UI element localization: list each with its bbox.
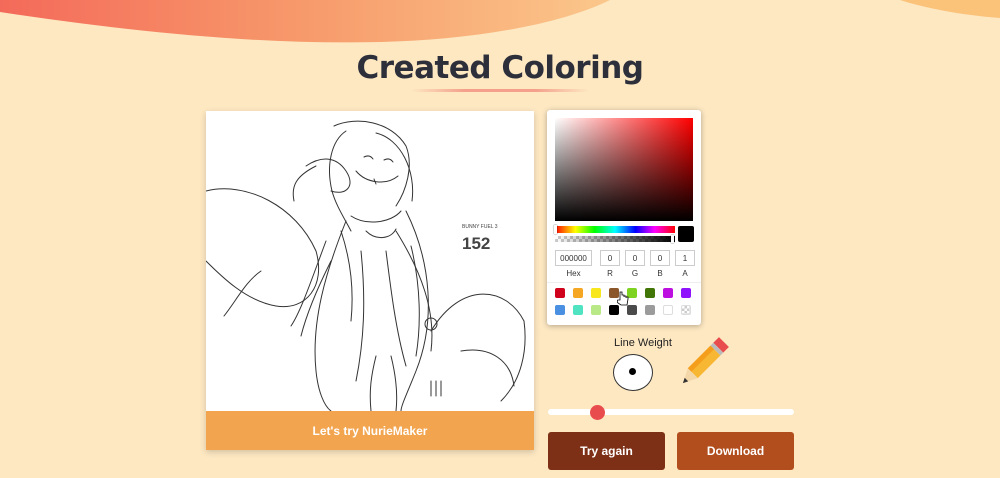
color-swatch[interactable] bbox=[573, 305, 583, 315]
line-weight-slider[interactable] bbox=[548, 409, 794, 415]
try-nuriemaker-button[interactable]: Let's try NurieMaker bbox=[206, 411, 534, 450]
artwork-caption-small: BUNNY FUEL 3 bbox=[462, 224, 498, 230]
color-swatch[interactable] bbox=[645, 305, 655, 315]
pointer-cursor-icon bbox=[617, 291, 629, 306]
hue-slider[interactable] bbox=[555, 226, 675, 233]
alpha-handle[interactable] bbox=[671, 235, 674, 243]
b-input[interactable]: 0 bbox=[650, 250, 670, 266]
line-art-canvas[interactable]: BUNNY FUEL 3 152 bbox=[206, 111, 534, 411]
a-label: A bbox=[682, 269, 688, 278]
picker-divider bbox=[547, 282, 701, 283]
color-swatch[interactable] bbox=[591, 305, 601, 315]
b-label: B bbox=[657, 269, 663, 278]
download-button[interactable]: Download bbox=[677, 432, 794, 470]
color-swatch[interactable] bbox=[609, 305, 619, 315]
hex-input[interactable]: 000000 bbox=[555, 250, 592, 266]
g-label: G bbox=[631, 269, 639, 278]
saturation-panel[interactable] bbox=[555, 118, 693, 221]
hue-handle[interactable] bbox=[554, 225, 557, 234]
g-input[interactable]: 0 bbox=[625, 250, 645, 266]
color-swatch[interactable] bbox=[681, 305, 691, 315]
color-swatch[interactable] bbox=[591, 288, 601, 298]
page-title: Created Coloring bbox=[356, 50, 644, 86]
r-input[interactable]: 0 bbox=[600, 250, 620, 266]
hex-label: Hex bbox=[566, 269, 581, 278]
color-swatch[interactable] bbox=[627, 305, 637, 315]
coloring-canvas-card: BUNNY FUEL 3 152 Let's try NurieMaker bbox=[206, 111, 534, 450]
line-weight-preview[interactable] bbox=[613, 354, 653, 391]
line-weight-slider-thumb[interactable] bbox=[590, 405, 606, 420]
try-again-button[interactable]: Try again bbox=[548, 432, 665, 470]
color-swatch[interactable] bbox=[663, 305, 673, 315]
color-swatch[interactable] bbox=[645, 288, 655, 298]
color-preview bbox=[678, 226, 694, 242]
color-swatch[interactable] bbox=[555, 288, 565, 298]
r-label: R bbox=[607, 269, 613, 278]
color-swatch[interactable] bbox=[573, 288, 583, 298]
a-input[interactable]: 1 bbox=[675, 250, 695, 266]
line-weight-dot bbox=[629, 368, 636, 375]
artwork-caption-number: 152 bbox=[462, 234, 490, 253]
alpha-slider[interactable] bbox=[555, 236, 675, 242]
color-swatch[interactable] bbox=[663, 288, 673, 298]
title-underline bbox=[411, 89, 589, 92]
pencil-icon[interactable] bbox=[672, 333, 732, 395]
color-swatch[interactable] bbox=[555, 305, 565, 315]
color-swatch[interactable] bbox=[681, 288, 691, 298]
